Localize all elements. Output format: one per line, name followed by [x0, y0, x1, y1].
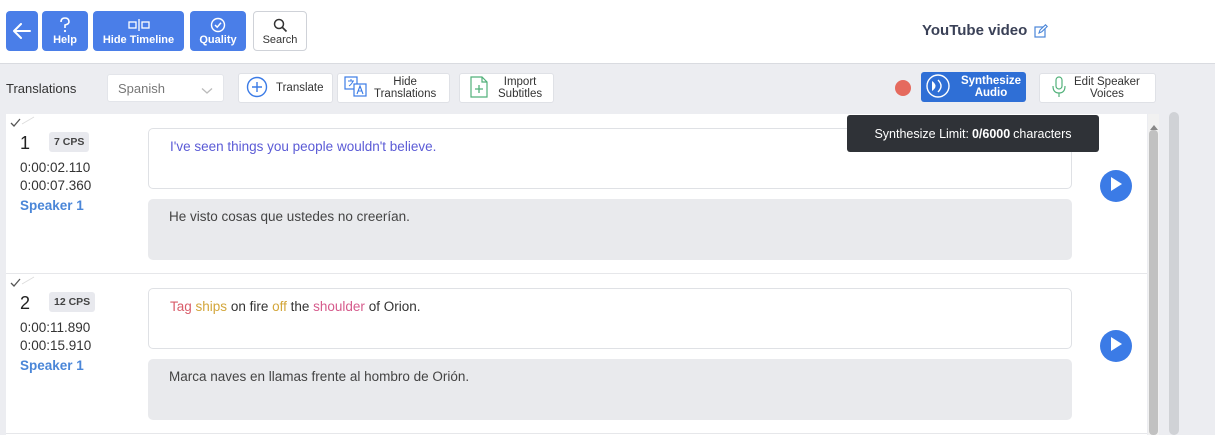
- translate-icon: [344, 75, 368, 101]
- edit-speaker-line2: Voices: [1089, 88, 1124, 100]
- segment-start-time[interactable]: 0:00:11.890: [20, 320, 90, 335]
- segment-row: 2 12 CPS 0:00:11.890 0:00:15.910 Speaker…: [6, 274, 1147, 434]
- chevron-down-icon: [201, 83, 213, 98]
- microphone-icon: [1052, 75, 1066, 101]
- hide-timeline-label: Hide Timeline: [102, 34, 175, 46]
- hide-translations-button[interactable]: Hide Translations: [337, 73, 450, 103]
- source-text-field[interactable]: Tag ships on fire off the shoulder of Or…: [148, 288, 1072, 349]
- text-fragment: of Orion.: [364, 299, 421, 314]
- page-scrollbar[interactable]: [1169, 112, 1179, 435]
- speaker-link[interactable]: Speaker 1: [20, 198, 84, 213]
- segments-panel: 1 7 CPS 0:00:02.110 0:00:07.360 Speaker …: [6, 114, 1147, 435]
- edit-speaker-line1: Edit Speaker: [1074, 76, 1140, 88]
- back-button[interactable]: [6, 11, 38, 51]
- import-file-icon: [470, 75, 488, 101]
- edit-speaker-voices-label: Edit Speaker Voices: [1074, 76, 1140, 100]
- translations-label: Translations: [6, 81, 77, 96]
- question-icon: [59, 16, 71, 34]
- segment-start-time[interactable]: 0:00:02.110: [20, 160, 90, 175]
- synthesize-limit-tooltip: Synthesize Limit: 0/6000 characters: [847, 115, 1099, 152]
- play-button[interactable]: [1100, 170, 1132, 202]
- segment-number: 1: [20, 133, 31, 153]
- hide-translations-line2: Translations: [374, 88, 437, 100]
- translation-text-field[interactable]: He visto cosas que ustedes no creerían.: [148, 199, 1072, 260]
- video-title: YouTube video: [922, 22, 1028, 39]
- text-fragment: the: [286, 299, 314, 314]
- speaker-link[interactable]: Speaker 1: [20, 358, 84, 373]
- tooltip-value: 0/6000: [971, 126, 1011, 141]
- help-button[interactable]: Help: [42, 11, 88, 51]
- quality-label: Quality: [199, 34, 237, 46]
- plus-circle-icon: [246, 76, 268, 101]
- hide-translations-line1: Hide: [393, 76, 417, 88]
- help-label: Help: [53, 34, 77, 46]
- translation-toolbar: Translations Spanish Translate Hide Tran…: [0, 65, 1215, 113]
- import-subtitles-label: Import Subtitles: [498, 76, 542, 100]
- quality-button[interactable]: Quality: [190, 11, 246, 51]
- synthesize-audio-label: Synthesize Audio: [956, 75, 1026, 99]
- hide-timeline-button[interactable]: Hide Timeline: [93, 11, 184, 51]
- language-selected: Spanish: [118, 81, 165, 96]
- import-subtitles-button[interactable]: Import Subtitles: [459, 73, 554, 103]
- edit-speaker-voices-button[interactable]: Edit Speaker Voices: [1039, 73, 1156, 103]
- play-icon: [1109, 176, 1123, 197]
- check-badge-icon: [210, 16, 226, 34]
- cps-badge: 12 CPS: [49, 292, 96, 312]
- synthesize-line2: Audio: [974, 87, 1008, 99]
- timeline-icon: [127, 16, 150, 34]
- search-icon: [273, 16, 288, 34]
- language-select[interactable]: Spanish: [107, 74, 224, 102]
- cps-badge: 7 CPS: [49, 132, 90, 152]
- word-highlight: off: [272, 299, 287, 314]
- synthesize-audio-button[interactable]: Synthesize Audio: [921, 72, 1026, 102]
- text-fragment: on fire: [227, 299, 273, 314]
- segment-end-time[interactable]: 0:00:15.910: [20, 338, 91, 353]
- import-subtitles-line2: Subtitles: [498, 88, 543, 100]
- top-toolbar: Help Hide Timeline Quality Search YouTub…: [0, 0, 1215, 64]
- translation-text-field[interactable]: Marca naves en llamas frente al hombro d…: [148, 359, 1072, 420]
- segments-scrollbar-thumb[interactable]: [1149, 130, 1158, 435]
- word-highlight: shoulder: [313, 299, 365, 314]
- synthesize-line1: Synthesize: [960, 75, 1022, 87]
- hide-translations-label: Hide Translations: [374, 76, 436, 100]
- audio-wave-icon: [926, 73, 950, 101]
- translate-label: Translate: [276, 82, 324, 94]
- tooltip-suffix: characters: [1013, 126, 1072, 141]
- import-subtitles-line1: Import: [503, 76, 537, 88]
- tooltip-prefix: Synthesize Limit:: [874, 126, 969, 141]
- translate-button[interactable]: Translate: [238, 73, 333, 103]
- arrow-left-icon: [13, 22, 31, 40]
- word-highlight: Tag: [170, 299, 192, 314]
- play-icon: [1109, 336, 1123, 357]
- recording-indicator: [895, 80, 911, 96]
- search-label: Search: [262, 34, 298, 46]
- segment-number: 2: [20, 293, 31, 313]
- word-highlight: ships: [195, 299, 228, 314]
- search-button[interactable]: Search: [253, 11, 307, 51]
- segment-end-time[interactable]: 0:00:07.360: [20, 178, 91, 193]
- edit-icon[interactable]: [1034, 24, 1048, 43]
- play-button[interactable]: [1100, 330, 1132, 362]
